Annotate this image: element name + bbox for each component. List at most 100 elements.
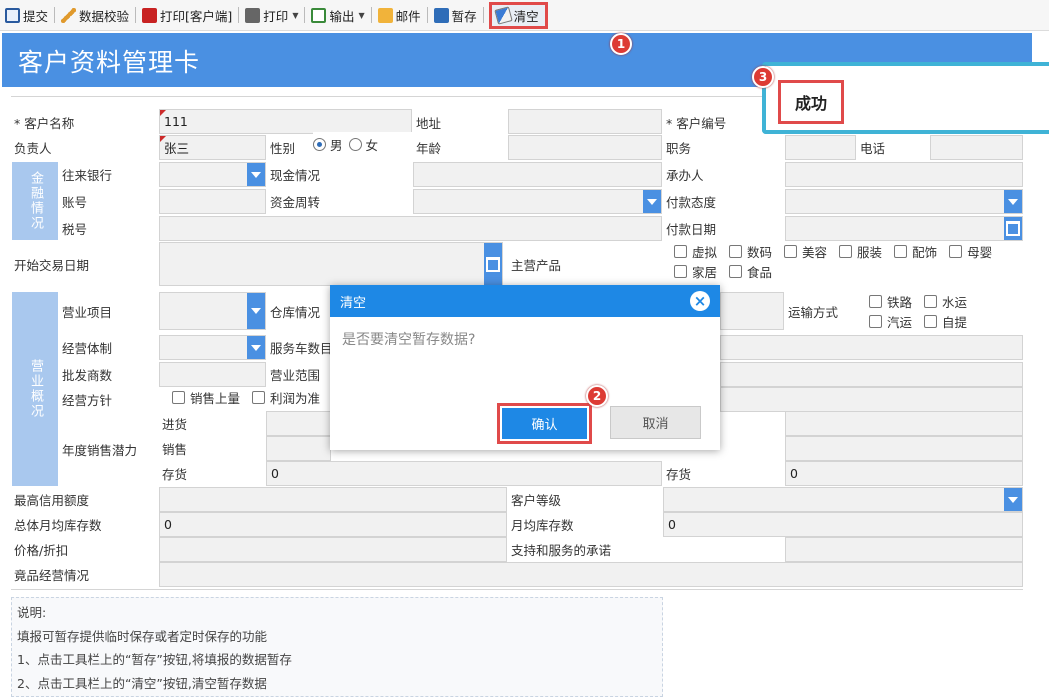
credit-label: 最高信用额度 [14, 493, 90, 508]
sales-right-input[interactable] [785, 436, 1023, 461]
bank-select[interactable] [159, 162, 266, 187]
calendar-icon[interactable] [1004, 217, 1022, 240]
start-date-input[interactable] [159, 242, 503, 286]
account-input[interactable] [159, 189, 266, 214]
pay-attitude-select[interactable] [785, 189, 1023, 214]
customer-name-input[interactable]: 111 [159, 109, 412, 134]
success-toast: 成功 [762, 62, 1049, 134]
step-badge-1: 1 [610, 33, 632, 55]
gender-male-radio[interactable] [313, 138, 326, 151]
price-input[interactable] [159, 537, 507, 562]
avg-stock-input[interactable]: 0 [663, 512, 1023, 537]
product-checkbox[interactable] [839, 245, 853, 258]
business-section-label: 营业概况 [12, 292, 58, 486]
funds-select[interactable] [413, 189, 662, 214]
biz-scope-input[interactable] [720, 362, 1023, 387]
person-input[interactable]: 张三 [159, 135, 266, 160]
position-input[interactable] [785, 135, 856, 160]
stock-right-label: 存货 [666, 467, 692, 482]
business-item-select[interactable] [159, 292, 266, 330]
competitor-label: 竟品经营情况 [14, 568, 90, 583]
customer-name-label: * 客户名称 [14, 116, 75, 131]
tax-label: 税号 [62, 222, 88, 237]
mail-button[interactable]: 邮件 [375, 3, 424, 27]
dialog-header: 清空 × [330, 285, 720, 317]
service-car-input[interactable] [720, 335, 1023, 360]
sales-input[interactable] [266, 436, 331, 461]
chevron-down-icon[interactable] [247, 336, 265, 359]
customer-no-label: * 客户编号 [666, 116, 727, 131]
avg-stock-total-input[interactable]: 0 [159, 512, 507, 537]
purchase-input[interactable] [266, 411, 331, 436]
start-date-label: 开始交易日期 [14, 258, 90, 273]
gender-female-radio[interactable] [348, 138, 362, 151]
warehouse-input[interactable] [720, 292, 784, 330]
confirm-button[interactable]: 确认 [502, 408, 587, 439]
export-button[interactable]: 输出 ▼ [308, 3, 367, 27]
pay-date-input[interactable] [785, 216, 1023, 241]
validate-button[interactable]: 数据校验 [58, 3, 132, 27]
product-checkbox[interactable] [729, 265, 743, 278]
phone-input[interactable] [930, 135, 1023, 160]
biz-system-select[interactable] [159, 335, 266, 360]
position-label: 职务 [666, 141, 692, 156]
warehouse-label: 仓库情况 [270, 305, 321, 320]
purchase-right-input[interactable] [785, 411, 1023, 436]
product-checkbox[interactable] [674, 245, 687, 258]
wholesale-input[interactable] [159, 362, 266, 387]
policy-profit-checkbox[interactable] [252, 391, 266, 404]
cash-input[interactable] [413, 162, 662, 187]
submit-button[interactable]: 提交 [2, 3, 51, 27]
competitor-input[interactable] [159, 562, 1023, 587]
close-icon[interactable]: × [690, 291, 710, 311]
stock-input[interactable]: 0 [266, 461, 662, 486]
phone-label: 电话 [860, 141, 886, 156]
clear-button[interactable]: 清空 [488, 1, 548, 29]
stock-right-input[interactable]: 0 [785, 461, 1023, 486]
transport-checkbox[interactable] [869, 315, 882, 328]
save-temp-button[interactable]: 暂存 [431, 3, 480, 27]
biz-policy-input[interactable] [720, 387, 1023, 412]
chevron-down-icon[interactable] [247, 293, 265, 329]
product-checkbox[interactable] [784, 245, 798, 258]
avg-stock-total-label: 总体月均库存数 [14, 518, 102, 533]
notes-line: 填报可暂存提供临时保存或者定时保存的功能 [17, 628, 268, 644]
gender-label: 性别 [270, 141, 296, 156]
credit-input[interactable] [159, 487, 507, 512]
chevron-down-icon[interactable] [643, 190, 661, 213]
product-checkbox[interactable] [674, 265, 687, 278]
transport-checkbox[interactable] [869, 295, 882, 308]
chevron-down-icon[interactable] [1004, 488, 1022, 511]
policy-sales-checkbox[interactable] [172, 391, 185, 404]
bank-label: 往来银行 [62, 168, 113, 183]
product-checkbox[interactable] [894, 245, 908, 258]
toast-message: 成功 [778, 80, 844, 124]
transport-checkbox[interactable] [924, 315, 938, 328]
cancel-button[interactable]: 取消 [610, 406, 701, 439]
handler-input[interactable] [785, 162, 1023, 187]
step-badge-3: 3 [752, 66, 774, 88]
chevron-down-icon[interactable] [1004, 190, 1022, 213]
chevron-down-icon[interactable] [247, 163, 265, 186]
print-button[interactable]: 打印 ▼ [242, 3, 301, 27]
cust-level-select[interactable] [663, 487, 1023, 512]
chevron-down-icon: ▼ [358, 10, 365, 20]
calendar-icon[interactable] [484, 243, 502, 285]
support-input[interactable] [785, 537, 1023, 562]
toolbar-separator [482, 7, 484, 23]
toolbar-separator [54, 7, 56, 23]
wholesale-label: 批发商数 [62, 368, 113, 383]
address-label: 地址 [416, 116, 442, 131]
age-input[interactable] [508, 135, 662, 160]
finance-section-label: 金融情况 [12, 162, 58, 240]
product-checkbox[interactable] [949, 245, 963, 258]
address-input[interactable] [508, 109, 662, 134]
printer-icon [245, 7, 261, 23]
print-client-button[interactable]: 打印[客户端] [139, 3, 235, 27]
transport-label: 运输方式 [788, 305, 839, 320]
age-label: 年龄 [416, 141, 442, 156]
toolbar-separator [238, 7, 240, 23]
transport-checkbox[interactable] [924, 295, 938, 308]
tax-input[interactable] [159, 216, 662, 241]
product-checkbox[interactable] [729, 245, 743, 258]
